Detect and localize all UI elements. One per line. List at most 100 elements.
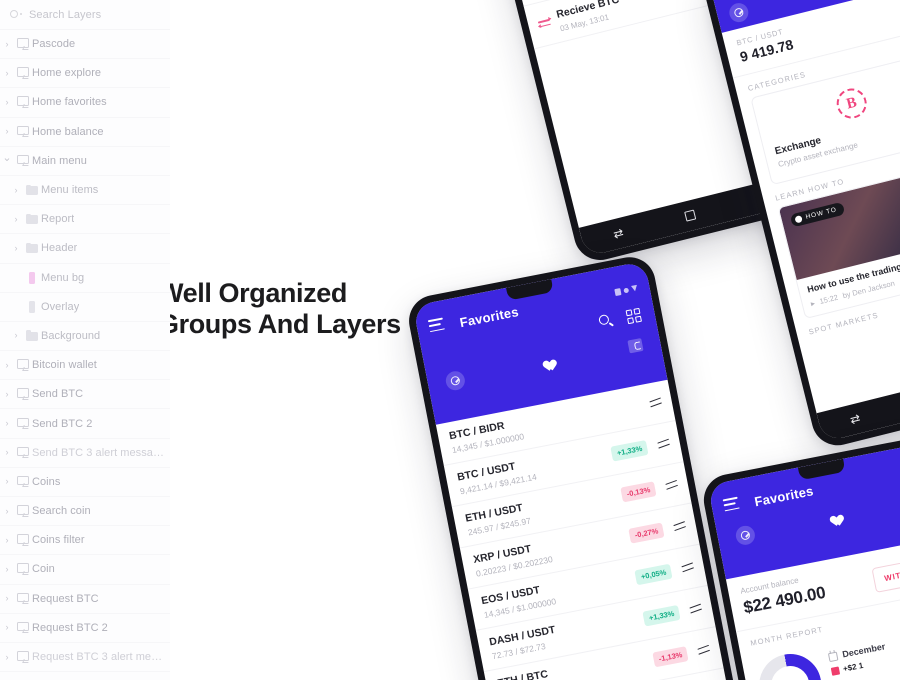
phone-mockup-balance: Favorites Account balance $22 490.00 WIT…	[699, 433, 900, 680]
layer-row[interactable]: › Report	[0, 205, 170, 235]
chevron-right-icon[interactable]: ›	[0, 127, 14, 136]
howto-badge-label: HOW TO	[804, 206, 838, 221]
layer-name: Search coin	[32, 505, 91, 518]
tab-wallet-icon[interactable]	[627, 338, 644, 354]
layer-row[interactable]: › Home explore	[0, 59, 170, 89]
home-icon[interactable]	[684, 209, 697, 222]
chevron-right-icon[interactable]: ›	[0, 97, 14, 107]
tab-explore[interactable]	[444, 369, 467, 392]
chevron-right-icon[interactable]: ›	[0, 564, 14, 574]
recents-icon[interactable]: ⇄	[849, 411, 862, 427]
sparkline-icon[interactable]	[673, 521, 687, 532]
screen-title: Favorites	[458, 303, 520, 330]
layer-name: Request BTC	[32, 592, 99, 605]
chevron-right-icon[interactable]: ›	[0, 594, 14, 603]
sparkline-icon[interactable]	[681, 562, 695, 573]
recents-icon[interactable]: ⇄	[612, 225, 625, 241]
video-duration: 15:22	[818, 293, 840, 307]
layer-row[interactable]: › Home favorites	[0, 88, 170, 118]
search-icon[interactable]	[598, 313, 614, 329]
layer-name: Report	[41, 213, 75, 226]
chevron-right-icon[interactable]: ›	[9, 185, 23, 195]
artboard-icon	[14, 388, 32, 400]
layer-row[interactable]: › Header	[0, 234, 170, 264]
legend-value: +$2 1	[842, 660, 864, 674]
sparkline-icon[interactable]	[697, 644, 711, 656]
page-title-line-1: Well Organized	[158, 278, 347, 308]
pair-symbol: ETH / BTC	[496, 668, 549, 680]
report-donut-chart	[753, 648, 827, 680]
layer-row[interactable]: › Send BTC 2	[0, 409, 170, 439]
change-badge: +0,05%	[634, 563, 673, 586]
calendar-icon	[827, 651, 839, 662]
artboard-icon	[14, 96, 32, 108]
chevron-right-icon[interactable]: ›	[0, 448, 14, 457]
layer-name: Home explore	[32, 67, 102, 80]
layer-row[interactable]: › Send BTC	[0, 380, 170, 410]
favorites-pairs-list: BTC / BIDR 14,345 / $1.000000 BTC / USDT 9,…	[435, 379, 732, 680]
layer-name: Pascode	[32, 38, 76, 51]
status-indicators	[614, 284, 639, 296]
search-layers-field[interactable]: Search Layers	[0, 0, 170, 30]
artboard-icon	[14, 417, 32, 430]
layer-name: Menu bg	[41, 271, 85, 284]
chevron-right-icon[interactable]: ›	[0, 419, 14, 428]
layer-name: Menu items	[41, 184, 99, 197]
sparkline-icon[interactable]	[665, 479, 679, 491]
layer-row[interactable]: › Home balance	[0, 118, 170, 147]
page-title: Well Organized Groups And Layers	[158, 278, 401, 341]
layer-row[interactable]: ›Menu bg	[0, 264, 170, 293]
withdraw-button[interactable]: WITHDRAW	[871, 554, 900, 593]
layer-row[interactable]: › Request BTC 3 alert message	[0, 643, 170, 673]
artboard-icon	[14, 125, 32, 138]
layer-row[interactable]: › Background	[0, 322, 170, 352]
chevron-right-icon[interactable]: ›	[0, 39, 14, 49]
chevron-right-icon[interactable]: ›	[0, 389, 14, 399]
tab-explore[interactable]	[727, 1, 751, 25]
layer-row[interactable]: › Search coin	[0, 497, 170, 527]
layer-row[interactable]: › Pascode	[0, 30, 170, 60]
layer-row[interactable]: › Request BTC	[0, 585, 170, 614]
change-badge: -0,27%	[628, 522, 665, 544]
chevron-right-icon[interactable]: ›	[0, 535, 14, 545]
chevron-right-icon[interactable]: ›	[0, 652, 14, 662]
layer-row[interactable]: › Menu items	[0, 176, 170, 206]
chevron-right-icon[interactable]: ›	[0, 506, 14, 516]
layer-row[interactable]: › Coins filter	[0, 526, 170, 556]
sparkline-icon[interactable]	[689, 603, 703, 614]
android-navbar: ⇄ ←	[816, 360, 900, 443]
chevron-right-icon[interactable]: ›	[9, 214, 23, 224]
artboard-icon	[14, 359, 32, 371]
sparkline-icon[interactable]	[657, 438, 671, 449]
layer-row[interactable]: › Coins	[0, 468, 170, 497]
sparkline-icon[interactable]	[649, 397, 663, 408]
layer-row[interactable]: ›Overlay	[0, 293, 170, 322]
layer-row[interactable]: › Coin	[0, 555, 170, 585]
layer-row[interactable]: ›BTC Address	[0, 672, 170, 680]
hamburger-icon[interactable]	[427, 317, 446, 336]
rect-pink-icon	[23, 271, 41, 284]
chevron-right-icon[interactable]: ›	[0, 623, 14, 632]
layer-row[interactable]: › Send BTC 3 alert message	[0, 439, 170, 468]
tab-favorites-heart-icon[interactable]	[826, 511, 841, 526]
layer-row[interactable]: › Request BTC 2	[0, 614, 170, 643]
chevron-right-icon[interactable]: ›	[0, 477, 14, 486]
chevron-right-icon[interactable]: ›	[9, 243, 23, 253]
rect-icon	[23, 300, 41, 313]
folder-icon	[23, 184, 41, 196]
tab-favorites-heart-icon[interactable]	[539, 355, 554, 370]
layer-name: Send BTC 2	[32, 417, 93, 430]
artboard-icon	[14, 446, 32, 459]
layer-row[interactable]: › Bitcoin wallet	[0, 351, 170, 381]
chevron-right-icon[interactable]: ›	[0, 360, 14, 370]
change-badge: -0,13%	[620, 481, 657, 503]
qr-code-icon[interactable]	[625, 307, 642, 325]
chevron-right-icon[interactable]: ›	[0, 68, 14, 78]
screen-title: Favorites	[753, 482, 815, 509]
layer-list: › Pascode › Home explore › Home favorites › Hom…	[0, 30, 170, 680]
layer-row[interactable]: ⌄ Main menu	[0, 147, 170, 176]
tab-explore[interactable]	[734, 524, 757, 547]
chevron-right-icon[interactable]: ›	[9, 331, 23, 340]
hamburger-icon[interactable]	[722, 497, 741, 515]
chevron-down-icon[interactable]: ⌄	[0, 153, 14, 164]
